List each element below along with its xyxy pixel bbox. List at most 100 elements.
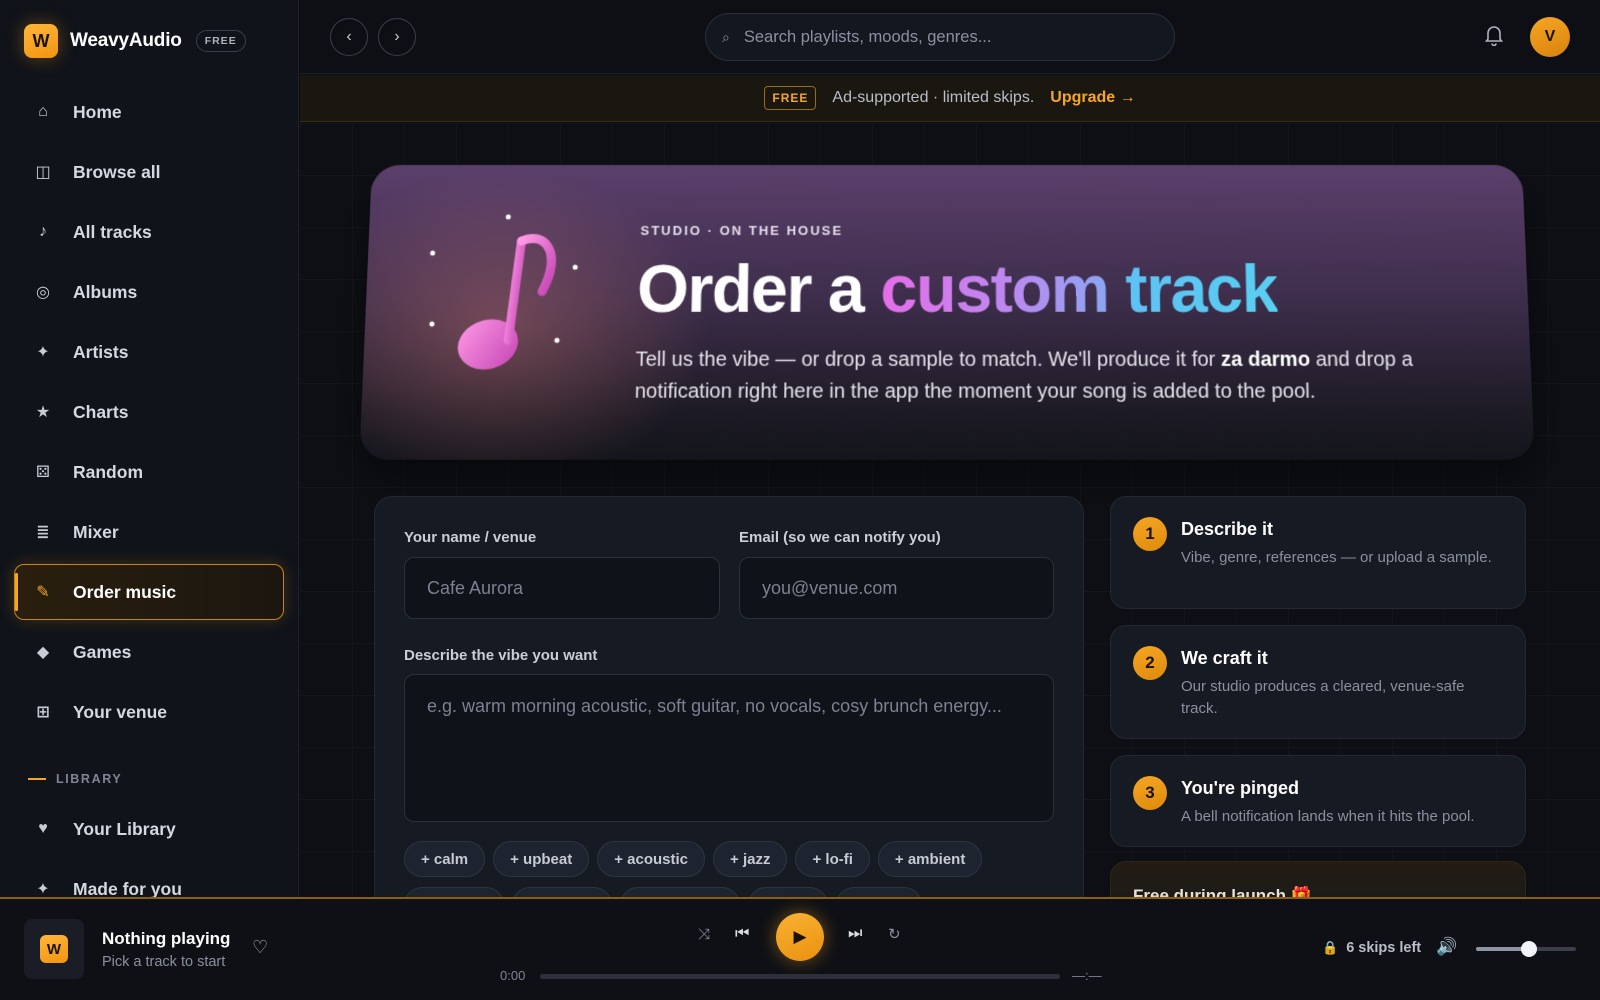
plan-badge: FREE — [195, 30, 246, 52]
sidebar-item-label: Artists — [73, 341, 129, 362]
repeat-icon: ↻ — [888, 926, 901, 943]
main-nav: ⌂ Home ◫ Browse all ♪ All tracks ◎ Album… — [14, 84, 284, 744]
chip-lo-fi[interactable]: + lo-fi — [795, 841, 870, 877]
sidebar-item-label: Mixer — [73, 521, 119, 542]
sidebar-item-artists[interactable]: ✦ Artists — [14, 324, 284, 380]
free-plan-banner: FREE Ad-supported · limited skips. Upgra… — [300, 75, 1600, 122]
previous-icon: ⏮ — [735, 925, 750, 942]
diamond-icon: ◆ — [36, 644, 50, 661]
now-playing-art: W — [24, 919, 84, 979]
chip-acoustic[interactable]: + acoustic — [597, 841, 706, 877]
sidebar-item-albums[interactable]: ◎ Albums — [14, 264, 284, 320]
like-button[interactable]: ♡ — [252, 937, 268, 958]
vibe-textarea[interactable] — [404, 674, 1054, 822]
grid-icon: ⊞ — [36, 704, 50, 721]
sidebar: W WeavyAudio FREE ⌂ Home ◫ Browse all ♪ … — [0, 0, 299, 897]
chip-calm[interactable]: + calm — [404, 841, 486, 877]
repeat-button[interactable]: ↻ — [888, 925, 901, 943]
chip-ambient[interactable]: + ambient — [877, 841, 983, 877]
chip-upbeat[interactable]: + upbeat — [493, 841, 590, 877]
chip-more[interactable] — [404, 887, 504, 897]
page-title: Order a custom track — [636, 250, 1278, 327]
avatar[interactable]: V — [1530, 17, 1570, 57]
upgrade-link[interactable]: Upgrade → — [1050, 89, 1135, 107]
back-button[interactable]: ‹ — [330, 18, 368, 56]
main-content: STUDIO · ON THE HOUSE Order a custom tra… — [300, 123, 1600, 897]
sidebar-item-your-venue[interactable]: ⊞ Your venue — [14, 684, 284, 740]
step-number: 3 — [1133, 776, 1167, 810]
brand[interactable]: W WeavyAudio FREE — [24, 24, 246, 58]
desc-text: Tell us the vibe — or drop a sample to m… — [635, 348, 1222, 372]
sidebar-item-random[interactable]: ⚄ Random — [14, 444, 284, 500]
note-icon: ♪ — [39, 223, 47, 240]
now-playing-title: Nothing playing — [102, 929, 231, 948]
brand-name: WeavyAudio — [70, 30, 182, 51]
volume-knob[interactable] — [1521, 941, 1537, 957]
title-part: Order a — [636, 251, 881, 327]
step-card: 1 Describe it Vibe, genre, references — … — [1110, 496, 1526, 609]
notifications-button[interactable] — [1484, 24, 1504, 51]
step-body: Vibe, genre, references — or upload a sa… — [1181, 549, 1492, 566]
sidebar-item-mixer[interactable]: ≣ Mixer — [14, 504, 284, 560]
volume-slider[interactable] — [1476, 941, 1576, 957]
skips-text: 6 skips left — [1346, 940, 1422, 956]
search-input[interactable] — [743, 27, 1144, 47]
chip-more[interactable] — [748, 887, 828, 897]
total-time: —:— — [1072, 968, 1102, 983]
chip-more[interactable] — [836, 887, 922, 897]
hero-description: Tell us the vibe — or drop a sample to m… — [634, 344, 1489, 408]
next-button[interactable]: ⏭ — [848, 925, 862, 943]
step-number: 1 — [1133, 517, 1167, 551]
title-highlight: track — [1107, 251, 1278, 327]
sidebar-item-browse-all[interactable]: ◫ Browse all — [14, 144, 284, 200]
skips-counter: 🔒 6 skips left — [1322, 940, 1421, 956]
brand-logo-icon: W — [24, 24, 58, 58]
chevron-left-icon: ‹ — [346, 28, 352, 45]
vibe-chips: + calm + upbeat + acoustic + jazz + lo-f… — [404, 841, 1064, 897]
chip-more[interactable] — [512, 887, 612, 897]
heart-icon: ♥ — [38, 820, 48, 837]
sidebar-item-made-for-you[interactable]: ✦ Made for you — [14, 861, 284, 898]
progress-bar[interactable] — [540, 974, 1060, 979]
forward-button[interactable]: › — [378, 18, 416, 56]
sidebar-item-label: Random — [73, 461, 143, 482]
email-field[interactable] — [739, 557, 1054, 619]
sidebar-item-label: Your venue — [73, 701, 168, 722]
library-section-label: LIBRARY — [28, 772, 122, 786]
sidebar-item-label: Charts — [73, 401, 129, 422]
sidebar-item-label: All tracks — [73, 221, 152, 242]
next-icon: ⏭ — [848, 925, 863, 942]
play-icon: ▶ — [793, 927, 807, 946]
sidebar-item-charts[interactable]: ★ Charts — [14, 384, 284, 440]
sidebar-item-home[interactable]: ⌂ Home — [14, 84, 284, 140]
sidebar-item-games[interactable]: ◆ Games — [14, 624, 284, 680]
sidebar-item-order-music[interactable]: ✎ Order music — [14, 564, 284, 620]
dice-icon: ⚄ — [36, 464, 50, 481]
step-card: 3 You're pinged A bell notification land… — [1110, 755, 1526, 847]
disc-icon: ◎ — [36, 284, 50, 301]
step-card: 2 We craft it Our studio produces a clea… — [1110, 625, 1526, 739]
name-label: Your name / venue — [404, 529, 537, 546]
hero-kicker: STUDIO · ON THE HOUSE — [640, 222, 844, 238]
sidebar-item-your-library[interactable]: ♥ Your Library — [14, 801, 284, 857]
play-button[interactable]: ▶ — [776, 913, 824, 961]
sidebar-item-all-tracks[interactable]: ♪ All tracks — [14, 204, 284, 260]
search-icon: ⌕ — [722, 28, 730, 45]
shuffle-button[interactable]: ⤨ — [698, 926, 710, 943]
search-bar[interactable]: ⌕ — [705, 13, 1175, 61]
music-note-icon — [429, 214, 578, 377]
current-time: 0:00 — [500, 968, 526, 983]
previous-button[interactable]: ⏮ — [735, 925, 749, 943]
shuffle-icon: ⤨ — [698, 926, 711, 943]
sparkle-icon: ✦ — [36, 881, 50, 897]
star-icon: ★ — [35, 404, 51, 421]
browse-icon: ◫ — [35, 164, 51, 181]
free-tag: FREE — [764, 86, 817, 110]
chip-jazz[interactable]: + jazz — [713, 841, 788, 877]
name-field[interactable] — [404, 557, 720, 619]
chip-more[interactable] — [620, 887, 740, 897]
step-title: Describe it — [1181, 519, 1274, 539]
volume-button[interactable]: 🔊 — [1436, 937, 1457, 957]
volume-icon: 🔊 — [1436, 937, 1458, 956]
bell-icon — [1484, 26, 1504, 47]
